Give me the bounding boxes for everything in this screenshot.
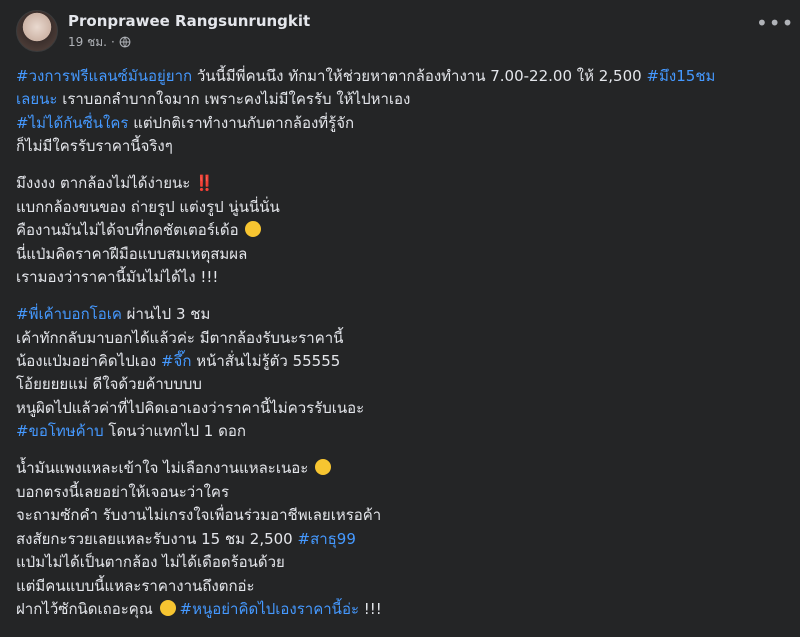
text-line: #ไม่ได้กันซื่นใคร แต่ปกติเราทำงานกับตากล… <box>16 112 786 135</box>
text-line: แป่มไม่ได้เป็นตากล้อง ไม่ได้เดือดร้อนด้ว… <box>16 551 786 574</box>
globe-icon[interactable] <box>119 36 131 48</box>
text-run: เรามองว่าราคานี้มันไม่ได้ไง !!! <box>16 268 219 287</box>
post-subline: 19 ชม. · <box>68 33 310 52</box>
text-run: โดนว่าแทกไป 1 ดอก <box>103 422 246 441</box>
hashtag-link[interactable]: #จึ๊ก <box>161 352 191 370</box>
text-line: ฝากไว้ซักนิดเถอะคุณ #หนูอย่าคิดไปเองราคา… <box>16 598 786 621</box>
text-line: แต่มีคนแบบนี้แหละราคางานถึงตกอ่ะ <box>16 575 786 598</box>
text-run: แป่มไม่ได้เป็นตากล้อง ไม่ได้เดือดร้อนด้ว… <box>16 553 285 572</box>
text-run: มึงงงง ตากล้องไม่ได้ง่ายนะ <box>16 174 196 193</box>
text-line: บอกตรงนี้เลยอย่าให้เจอนะว่าใคร <box>16 481 786 504</box>
text-run: น้องแป่มอย่าคิดไปเอง <box>16 352 161 371</box>
text-line: เรามองว่าราคานี้มันไม่ได้ไง !!! <box>16 266 786 289</box>
facebook-post: Pronprawee Rangsunrungkit 19 ชม. · ••• #… <box>0 0 800 637</box>
text-line: #ขอโทษค้าบ โดนว่าแทกไป 1 ดอก <box>16 420 786 443</box>
text-run: สงสัยกะรวยเลยแหละรับงาน 15 ชม 2,500 <box>16 529 298 548</box>
text-line: น้องแป่มอย่าคิดไปเอง #จึ๊ก หน้าสั่นไม่รู… <box>16 350 786 373</box>
unamused-face-icon <box>245 221 262 238</box>
text-line: #พี่เค้าบอกโอเค ผ่านไป 3 ชม <box>16 303 786 326</box>
text-line: คืองานมันไม่ได้จบที่กดชัตเตอร์เด้อ <box>16 219 786 242</box>
text-line: หนูผิดไปแล้วค่าที่ไปคิดเอาเองว่าราคานี้ไ… <box>16 397 786 420</box>
text-line: แบกกล้องขนของ ถ่ายรูป แต่งรูป นู่นนี่นั่… <box>16 196 786 219</box>
text-run: !!! <box>359 599 382 618</box>
text-run: แบกกล้องขนของ ถ่ายรูป แต่งรูป นู่นนี่นั่… <box>16 197 280 216</box>
hashtag-link[interactable]: #หนูอย่าคิดไปเองราคานี้อ่ะ <box>180 600 360 618</box>
text-run: หนูผิดไปแล้วค่าที่ไปคิดเอาเองว่าราคานี้ไ… <box>16 398 365 417</box>
author-name[interactable]: Pronprawee Rangsunrungkit <box>68 11 310 31</box>
hashtag-link[interactable]: #สาธุ99 <box>298 530 356 548</box>
text-run: เค้าทักกลับมาบอกได้แล้วค่ะ มีตากล้องรับน… <box>16 328 344 347</box>
text-run: ฝากไว้ซักนิดเถอะคุณ <box>16 599 158 618</box>
rolling-eyes-icon <box>159 599 176 616</box>
text-run: โอ้ยยยยแม่ ดีใจด้วยค้าบบบบ <box>16 375 202 394</box>
text-run: คืองานมันไม่ได้จบที่กดชัตเตอร์เด้อ <box>16 221 244 240</box>
paragraph-3: #พี่เค้าบอกโอเค ผ่านไป 3 ชม เค้าทักกลับม… <box>16 303 786 443</box>
sweat-face-icon <box>315 459 332 476</box>
text-line: จะถามซักคำ รับงานไม่เกรงใจเพื่อนร่วมอาชี… <box>16 504 786 527</box>
double-exclamation-icon: ‼️ <box>195 174 214 193</box>
text-line: นี่แป่มคิดราคาฝีมือแบบสมเหตุสมผล <box>16 243 786 266</box>
more-options-icon[interactable]: ••• <box>756 13 793 36</box>
text-line: โอ้ยยยยแม่ ดีใจด้วยค้าบบบบ <box>16 373 786 396</box>
text-run: บอกตรงนี้เลยอย่าให้เจอนะว่าใคร <box>16 482 230 501</box>
paragraph-4: น้ำมันแพงแหละเข้าใจ ไม่เลือกงานแหละเนอะ … <box>16 457 786 621</box>
text-line: เลยนะ เราบอกลำบากใจมาก เพราะคงไม่มีใครรั… <box>16 88 786 111</box>
text-run: น้ำมันแพงแหละเข้าใจ ไม่เลือกงานแหละเนอะ <box>16 459 314 478</box>
hashtag-link[interactable]: #วงการฟรีแลนซ์มันอยู่ยาก <box>16 67 192 85</box>
text-run: วันนี้มีพี่คนนึง ทักมาให้ช่วยหาตากล้องทำ… <box>192 67 647 85</box>
hashtag-link[interactable]: เลยนะ <box>16 90 57 108</box>
text-run: แต่ปกติเราทำงานกับตากล้องที่รู้จัก <box>128 113 355 132</box>
text-line: น้ำมันแพงแหละเข้าใจ ไม่เลือกงานแหละเนอะ <box>16 457 786 480</box>
paragraph-2: มึงงงง ตากล้องไม่ได้ง่ายนะ ‼️ แบกกล้องขน… <box>16 172 786 289</box>
hashtag-link[interactable]: #ไม่ได้กันซื่นใคร <box>16 114 128 132</box>
text-run: เราบอกลำบากใจมาก เพราะคงไม่มีใครรับ ให้ไ… <box>57 90 411 109</box>
hashtag-link[interactable]: #มึง15ชม <box>646 67 715 85</box>
meta-separator: · <box>110 35 115 49</box>
hashtag-link[interactable]: #ขอโทษค้าบ <box>16 422 104 440</box>
post-header: Pronprawee Rangsunrungkit 19 ชม. · <box>16 10 310 52</box>
hashtag-link[interactable]: #พี่เค้าบอกโอเค <box>16 305 122 323</box>
avatar[interactable] <box>16 10 58 52</box>
paragraph-1: #วงการฟรีแลนซ์มันอยู่ยาก วันนี้มีพี่คนนึ… <box>16 65 786 159</box>
post-body: #วงการฟรีแลนซ์มันอยู่ยาก วันนี้มีพี่คนนึ… <box>16 65 786 635</box>
text-run: นี่แป่มคิดราคาฝีมือแบบสมเหตุสมผล <box>16 244 248 263</box>
text-line: เค้าทักกลับมาบอกได้แล้วค่ะ มีตากล้องรับน… <box>16 327 786 350</box>
text-run: แต่มีคนแบบนี้แหละราคางานถึงตกอ่ะ <box>16 576 255 595</box>
text-line: #วงการฟรีแลนซ์มันอยู่ยาก วันนี้มีพี่คนนึ… <box>16 65 786 88</box>
text-line: มึงงงง ตากล้องไม่ได้ง่ายนะ ‼️ <box>16 172 786 195</box>
post-meta: Pronprawee Rangsunrungkit 19 ชม. · <box>68 11 310 52</box>
text-run: จะถามซักคำ รับงานไม่เกรงใจเพื่อนร่วมอาชี… <box>16 506 382 525</box>
text-run: ก็ไม่มีใครรับราคานี้จริงๆ <box>16 137 173 156</box>
text-line: ก็ไม่มีใครรับราคานี้จริงๆ <box>16 135 786 158</box>
text-run: ผ่านไป 3 ชม <box>121 305 211 324</box>
post-time[interactable]: 19 ชม. <box>68 33 107 52</box>
text-line: สงสัยกะรวยเลยแหละรับงาน 15 ชม 2,500 #สาธ… <box>16 528 786 551</box>
text-run: หน้าสั่นไม่รู้ตัว 55555 <box>191 352 341 371</box>
